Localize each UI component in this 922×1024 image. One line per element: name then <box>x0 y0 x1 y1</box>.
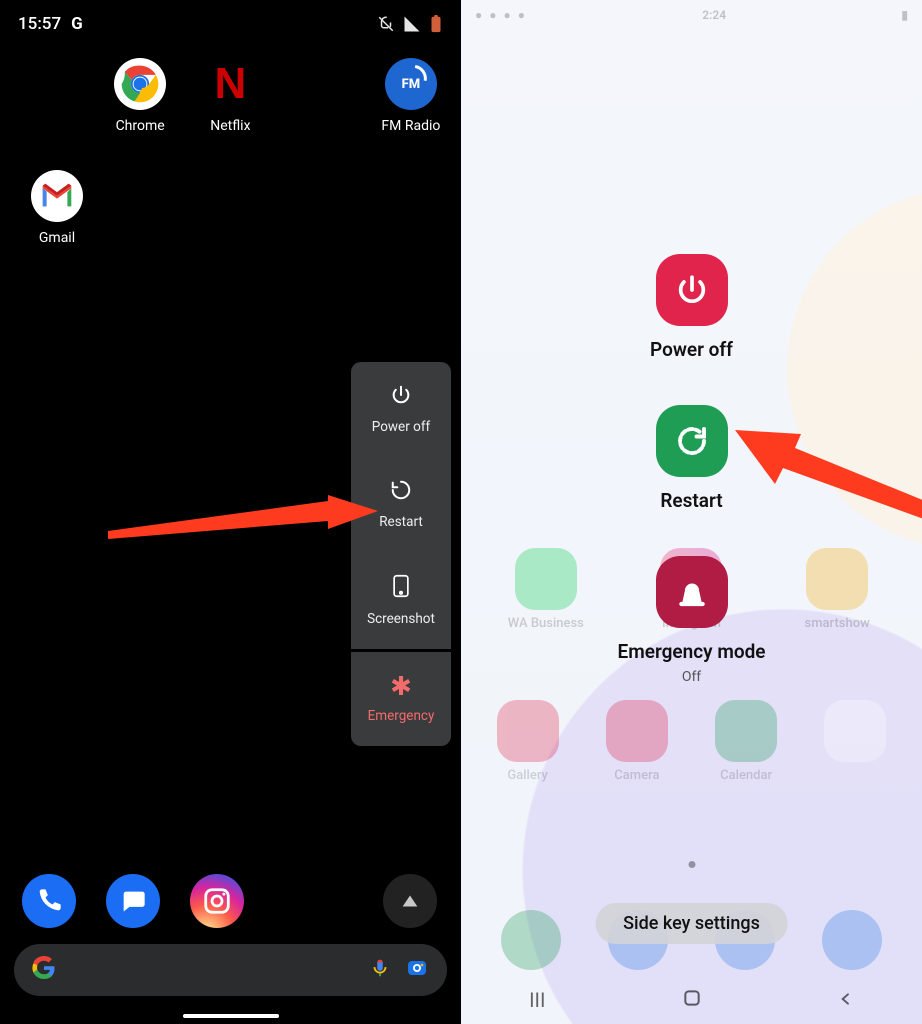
status-bar-right: 2:24 ▮ <box>461 0 922 22</box>
status-time-right: 2:24 <box>702 8 726 22</box>
drawer-icon <box>399 890 421 912</box>
power-menu: Power off Restart Screenshot ✱ Emergency <box>351 362 451 746</box>
google-g-icon: G <box>71 14 83 34</box>
phone-icon <box>35 887 63 915</box>
bg-app-label: Camera <box>614 768 659 783</box>
bg-app-label: Gallery <box>507 768 548 783</box>
status-battery-icon: ▮ <box>901 8 908 22</box>
dock-phone[interactable] <box>22 874 76 928</box>
restart-icon <box>656 405 728 477</box>
screenshot-icon <box>391 574 411 603</box>
app-label: FM Radio <box>381 118 440 134</box>
svg-text:x: x <box>413 16 417 24</box>
bg-app-row-2: Gallery Camera Calendar <box>461 700 922 783</box>
power-off-option[interactable]: Power off <box>650 254 733 361</box>
home-apps-row-1: Chrome N Netflix FM FM Radio <box>0 40 461 134</box>
power-off-label: Power off <box>372 419 430 435</box>
power-icon <box>390 384 412 411</box>
battery-icon <box>429 15 443 33</box>
emergency-icon <box>656 556 728 628</box>
restart-label: Restart <box>379 514 423 530</box>
app-label: Gmail <box>39 230 75 246</box>
emergency-icon: ✱ <box>390 674 412 700</box>
app-gmail[interactable]: Gmail <box>12 170 102 246</box>
side-key-label: Side key settings <box>623 913 760 934</box>
dock <box>0 874 461 928</box>
nav-back[interactable] <box>838 988 854 1012</box>
fmradio-icon: FM <box>385 58 437 110</box>
app-chrome[interactable]: Chrome <box>96 58 184 134</box>
emergency-sub: Off <box>682 669 701 685</box>
clock: 15:57 <box>18 14 61 34</box>
dock-messages[interactable] <box>106 874 160 928</box>
status-bar: 15:57 G x <box>0 0 461 40</box>
chrome-icon <box>114 58 166 110</box>
app-label: Netflix <box>210 118 250 134</box>
gmail-icon <box>31 170 83 222</box>
samsung-phone-right: 2:24 ▮ WA Business Instagram smartshow G… <box>461 0 922 1024</box>
google-logo-icon <box>32 956 56 984</box>
status-notif-dots <box>475 8 527 22</box>
app-fmradio[interactable]: FM FM Radio <box>367 58 455 134</box>
dnd-off-icon <box>377 15 395 33</box>
dock-drawer[interactable] <box>383 874 437 928</box>
mic-icon[interactable] <box>369 957 391 983</box>
instagram-icon <box>202 886 232 916</box>
lens-icon[interactable] <box>405 956 429 984</box>
dock-instagram[interactable] <box>190 874 244 928</box>
emergency-label: Emergency mode <box>618 640 766 663</box>
nav-bar: III <box>461 976 922 1024</box>
nav-home[interactable] <box>682 988 702 1013</box>
google-search-bar[interactable] <box>14 944 447 996</box>
side-key-settings-button[interactable]: Side key settings <box>595 903 788 944</box>
messages-icon <box>119 887 147 915</box>
power-off-label: Power off <box>650 338 733 361</box>
app-netflix[interactable]: N Netflix <box>186 58 274 134</box>
bg-app-label: Calendar <box>720 768 772 783</box>
screenshot-button[interactable]: Screenshot <box>351 552 451 649</box>
page-indicator <box>688 861 695 868</box>
gesture-nav-indicator[interactable] <box>183 1014 279 1018</box>
restart-button[interactable]: Restart <box>351 457 451 552</box>
status-right: x <box>377 15 443 33</box>
power-options: Power off Restart Emergency mode Off <box>461 254 922 685</box>
emergency-label: Emergency <box>368 708 435 724</box>
power-icon <box>656 254 728 326</box>
power-off-button[interactable]: Power off <box>351 362 451 457</box>
android-phone-left: 15:57 G x Chrome N Netflix FM FM Radio <box>0 0 461 1024</box>
restart-icon <box>390 479 412 506</box>
restart-label: Restart <box>660 489 722 512</box>
netflix-icon: N <box>204 58 256 110</box>
screenshot-label: Screenshot <box>367 611 435 627</box>
emergency-mode-option[interactable]: Emergency mode Off <box>618 556 766 685</box>
app-label: Chrome <box>116 118 165 134</box>
status-left: 15:57 G <box>18 14 83 34</box>
restart-option[interactable]: Restart <box>656 405 728 512</box>
nav-recents[interactable]: III <box>529 988 545 1012</box>
emergency-button[interactable]: ✱ Emergency <box>351 652 451 746</box>
annotation-arrow-left <box>108 495 378 543</box>
home-apps-row-2: Gmail <box>0 152 461 246</box>
signal-icon: x <box>403 15 421 33</box>
